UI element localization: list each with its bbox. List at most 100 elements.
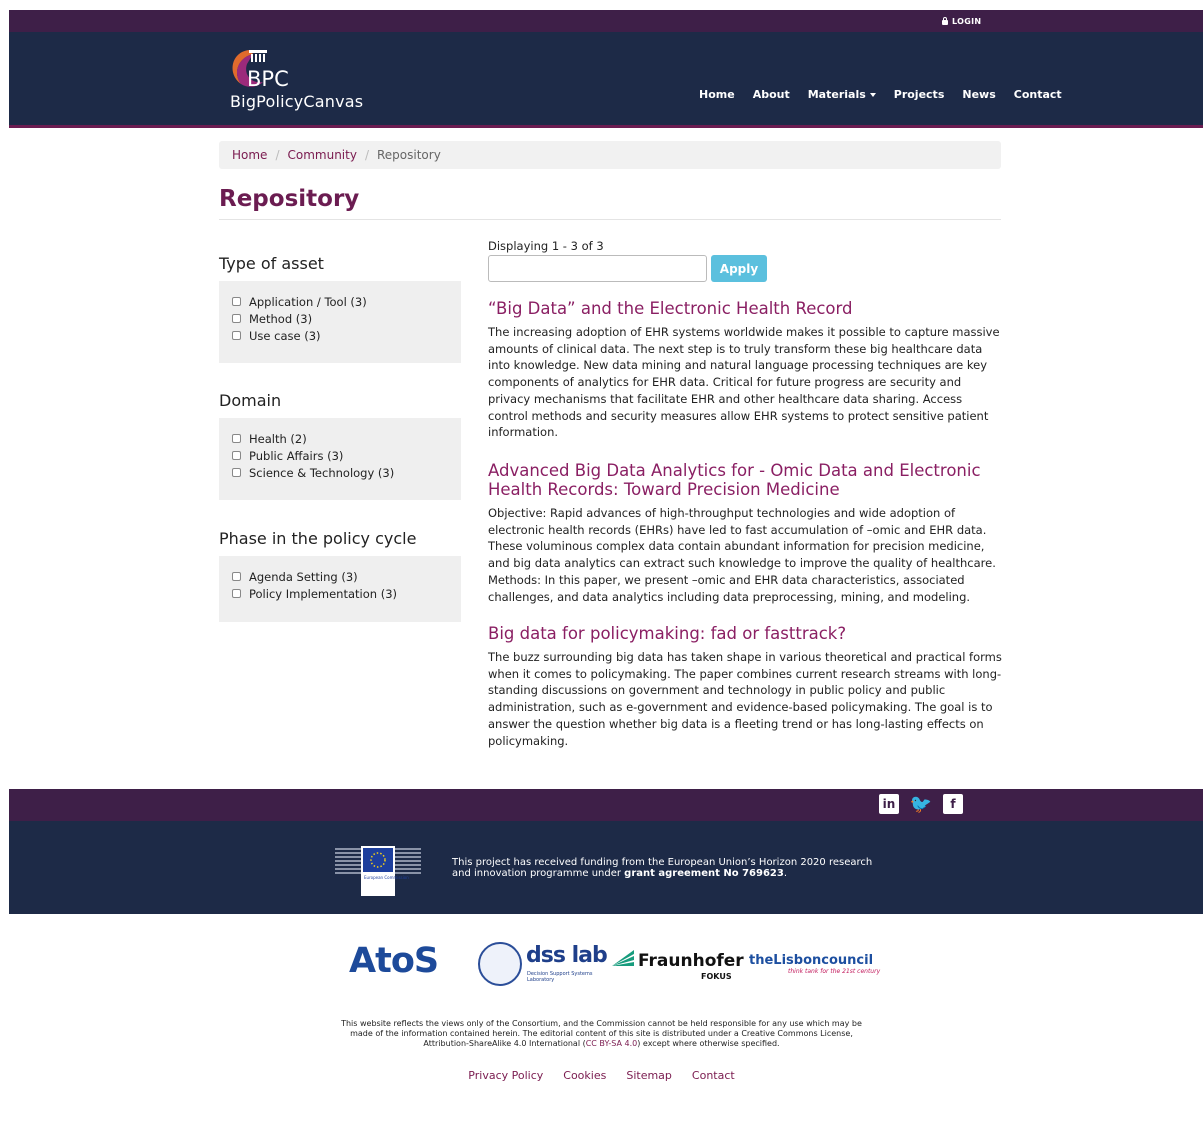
facet-option-label: Application / Tool (3): [249, 294, 367, 309]
fraunhofer-mark-icon: [612, 950, 634, 966]
facet-option-label: Public Affairs (3): [249, 448, 344, 463]
facet-domain: Health (2) Public Affairs (3) Science & …: [219, 418, 461, 500]
disclaimer-line-2: made of the information contained herein…: [350, 1029, 853, 1038]
footer-link-sitemap[interactable]: Sitemap: [626, 1069, 672, 1082]
linkedin-icon[interactable]: in: [879, 794, 899, 814]
fraunhofer-logo[interactable]: Fraunhofer: [638, 951, 744, 971]
facet-option-label: Science & Technology (3): [249, 465, 395, 480]
disclaimer-line-3: Attribution-ShareAlike 4.0 International…: [0, 1039, 1203, 1049]
top-utility-bar: LOGIN: [9, 10, 1203, 32]
lisbon-council-logo[interactable]: theLisboncouncil: [749, 953, 873, 968]
result-title[interactable]: “Big Data” and the Electronic Health Rec…: [488, 299, 1004, 318]
facet-option-label: Method (3): [249, 311, 313, 326]
facet-option[interactable]: Health (2): [232, 430, 461, 447]
facet-option[interactable]: Public Affairs (3): [232, 447, 461, 464]
disclaimer-line-1: This website reflects the views only of …: [341, 1019, 862, 1028]
checkbox[interactable]: [232, 434, 241, 443]
login-link[interactable]: LOGIN: [942, 17, 981, 26]
result-summary: The increasing adoption of EHR systems w…: [488, 325, 1000, 440]
nav-home[interactable]: Home: [699, 88, 735, 101]
apply-button[interactable]: Apply: [711, 255, 767, 282]
site-header: BPC BigPolicyCanvas Home About Materials…: [9, 32, 1203, 128]
nav-news[interactable]: News: [962, 88, 995, 101]
facet-option-label: Health (2): [249, 431, 307, 446]
checkbox[interactable]: [232, 468, 241, 477]
main-nav: Home About Materials Projects News Conta…: [699, 88, 1062, 101]
lock-icon: [942, 17, 948, 25]
facet-type-of-asset: Application / Tool (3) Method (3) Use ca…: [219, 281, 461, 363]
footer-links: Privacy Policy Cookies Sitemap Contact: [0, 1069, 1203, 1082]
facet-option-label: Agenda Setting (3): [249, 569, 358, 584]
checkbox[interactable]: [232, 314, 241, 323]
checkbox[interactable]: [232, 331, 241, 340]
results-count: Displaying 1 - 3 of 3: [488, 239, 604, 253]
brand-name[interactable]: BigPolicyCanvas: [230, 92, 363, 111]
fokus-label: FOKUS: [701, 972, 732, 981]
result-title[interactable]: Big data for policymaking: fad or fasttr…: [488, 624, 1004, 643]
nav-projects[interactable]: Projects: [894, 88, 945, 101]
facet-title-policy-phase: Phase in the policy cycle: [219, 529, 417, 548]
facet-option-label: Policy Implementation (3): [249, 586, 397, 601]
disclaimer-line-3-suffix: ) except where otherwise specified.: [637, 1039, 780, 1048]
footer-social-bar: in 🐦 f: [9, 789, 1203, 821]
checkbox[interactable]: [232, 572, 241, 581]
facet-option[interactable]: Method (3): [232, 310, 461, 327]
checkbox[interactable]: [232, 451, 241, 460]
footer-link-privacy[interactable]: Privacy Policy: [468, 1069, 543, 1082]
breadcrumb-separator: /: [364, 148, 369, 162]
funding-line-2-text: and innovation programme under: [452, 868, 625, 879]
nav-materials-label: Materials: [807, 88, 866, 101]
caret-down-icon: [869, 93, 876, 97]
result-summary: Objective: Rapid advances of high-throug…: [488, 506, 996, 604]
login-label: LOGIN: [952, 17, 982, 26]
checkbox[interactable]: [232, 589, 241, 598]
nav-about[interactable]: About: [753, 88, 790, 101]
ec-label: European Commission: [364, 875, 409, 880]
facet-policy-phase: Agenda Setting (3) Policy Implementation…: [219, 556, 461, 622]
disclaimer: This website reflects the views only of …: [0, 1019, 1203, 1049]
university-seal-icon: [478, 942, 522, 986]
breadcrumb-current: Repository: [376, 148, 441, 162]
social-links: in 🐦 f: [879, 794, 963, 815]
nav-contact[interactable]: Contact: [1014, 88, 1062, 101]
breadcrumb-community[interactable]: Community: [287, 148, 356, 162]
dss-lab-subtitle: Decision Support Systems Laboratory: [527, 971, 593, 983]
page-title: Repository: [219, 186, 360, 212]
cc-license-link[interactable]: CC BY-SA 4.0: [586, 1039, 638, 1048]
breadcrumb-home[interactable]: Home: [232, 148, 267, 162]
partner-logos: AtoS dss lab Decision Support Systems La…: [0, 941, 1203, 989]
facet-option[interactable]: Agenda Setting (3): [232, 568, 461, 585]
result-title[interactable]: Advanced Big Data Analytics for - Omic D…: [488, 461, 1004, 499]
breadcrumb-separator: /: [275, 148, 280, 162]
result-item: Big data for policymaking: fad or fasttr…: [488, 624, 1004, 749]
result-summary: The buzz surrounding big data has taken …: [488, 650, 1002, 748]
disclaimer-line-3-prefix: Attribution-ShareAlike 4.0 International…: [423, 1039, 586, 1048]
twitter-icon[interactable]: 🐦: [910, 794, 932, 815]
facet-option[interactable]: Policy Implementation (3): [232, 585, 461, 602]
result-item: “Big Data” and the Electronic Health Rec…: [488, 299, 1004, 441]
nav-materials[interactable]: Materials: [808, 88, 876, 101]
facet-option[interactable]: Use case (3): [232, 327, 461, 344]
search-input[interactable]: [488, 255, 707, 282]
facet-title-type-of-asset: Type of asset: [219, 254, 324, 273]
footer-link-contact[interactable]: Contact: [692, 1069, 735, 1082]
result-item: Advanced Big Data Analytics for - Omic D…: [488, 461, 1004, 605]
breadcrumb: Home / Community / Repository: [219, 141, 1001, 169]
funding-line-2: and innovation programme under grant agr…: [452, 868, 788, 879]
grant-agreement: grant agreement No 769623: [624, 868, 784, 879]
footer-funding: European Commission This project has rec…: [9, 821, 1203, 914]
lisbon-council-tagline: think tank for the 21st century: [788, 968, 881, 975]
logo-abbr: BPC: [247, 67, 289, 91]
footer-link-cookies[interactable]: Cookies: [563, 1069, 606, 1082]
title-divider: [219, 219, 1001, 220]
facebook-icon[interactable]: f: [943, 794, 963, 814]
dss-lab-logo[interactable]: dss lab: [526, 943, 608, 968]
european-commission-logo: European Commission: [335, 846, 421, 896]
funding-statement: This project has received funding from t…: [452, 857, 872, 879]
facet-option[interactable]: Application / Tool (3): [232, 293, 461, 310]
facet-option[interactable]: Science & Technology (3): [232, 464, 461, 481]
checkbox[interactable]: [232, 297, 241, 306]
atos-logo[interactable]: AtoS: [349, 941, 439, 981]
facet-title-domain: Domain: [219, 391, 282, 410]
facet-option-label: Use case (3): [249, 328, 321, 343]
